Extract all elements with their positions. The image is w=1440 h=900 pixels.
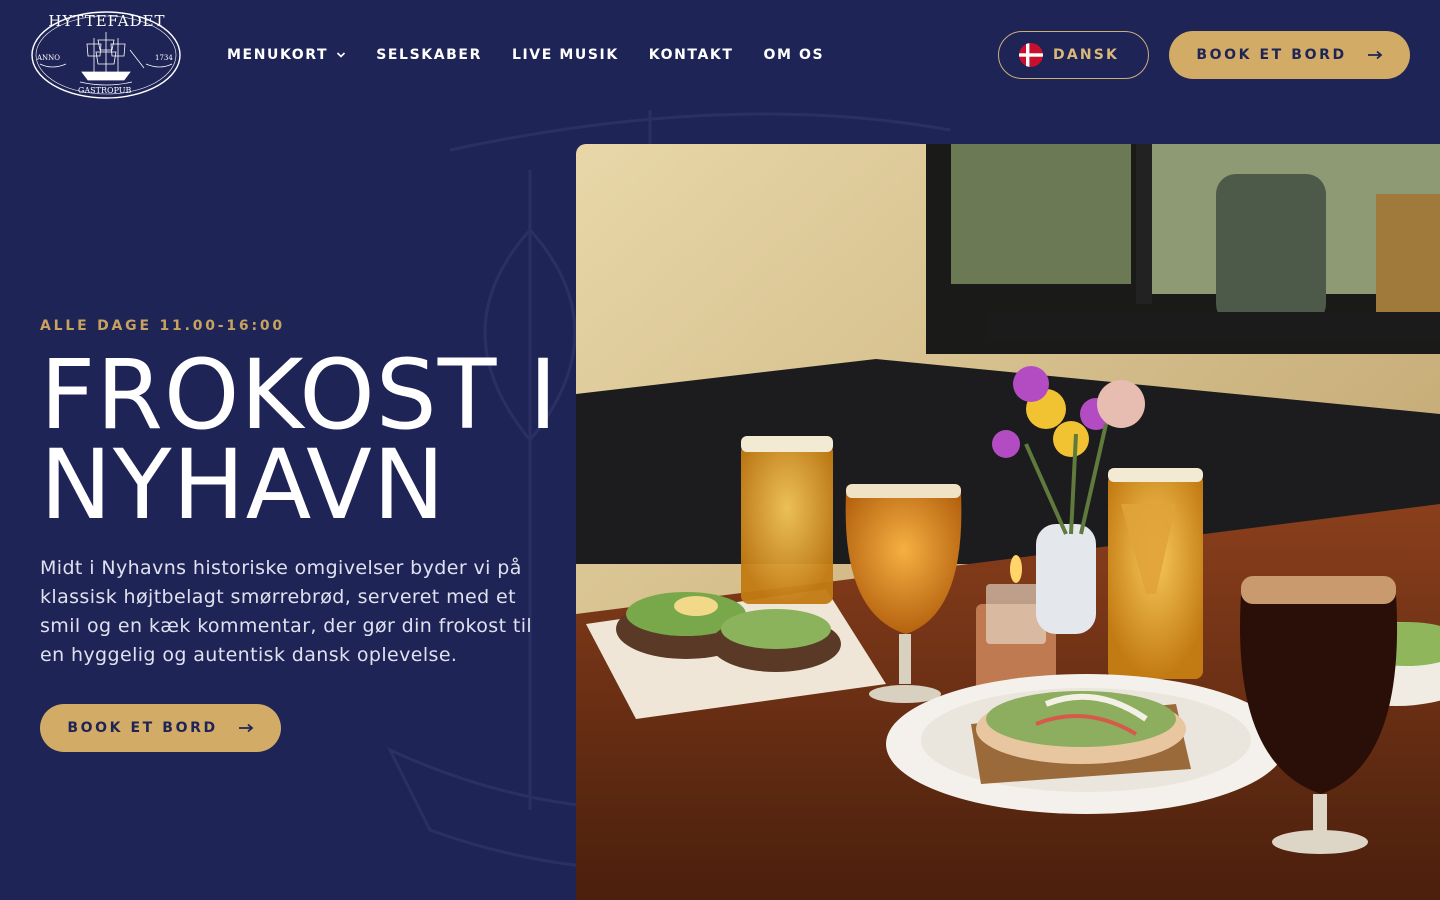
hero-text: ALLE DAGE 11.00-16:00 FROKOST I NYHAVN M… (40, 318, 560, 670)
arrow-right-icon (1367, 50, 1383, 60)
nav-item-live-musik[interactable]: LIVE MUSIK (512, 44, 619, 66)
logo-text-bottom: GASTROPUB (78, 86, 132, 95)
hero-intro: Midt i Nyhavns historiske omgivelser byd… (40, 557, 533, 666)
book-table-button-header[interactable]: BOOK ET BORD (1169, 31, 1410, 79)
arrow-right-icon (238, 723, 254, 733)
nav-item-om-os[interactable]: OM OS (764, 44, 825, 66)
language-selector-button[interactable]: DANSK (998, 31, 1149, 79)
book-table-label: BOOK ET BORD (67, 720, 218, 736)
book-table-label: BOOK ET BORD (1196, 47, 1347, 63)
lunch-table-photo (576, 144, 1440, 900)
nav-item-label: MENUKORT (227, 47, 329, 63)
nav-item-kontakt[interactable]: KONTAKT (649, 44, 734, 66)
nav-item-menukort[interactable]: MENUKORT (227, 44, 346, 66)
language-label: DANSK (1053, 47, 1120, 63)
main-nav: MENUKORT SELSKABER LIVE MUSIK KONTAKT OM… (227, 44, 824, 66)
book-table-button-hero[interactable]: BOOK ET BORD (40, 704, 281, 752)
site-header: HYTTEFADET ANNO 1734 GASTROPUB MENUKORT … (0, 0, 1440, 110)
nav-item-selskaber[interactable]: SELSKABER (376, 44, 482, 66)
logo-text-top: HYTTEFADET (48, 12, 166, 30)
photo-illustration (576, 144, 1440, 900)
chevron-down-icon (337, 52, 346, 58)
logo-text-left: ANNO (37, 54, 61, 62)
hero-title: FROKOST I NYHAVN (40, 347, 560, 533)
logo-text-right: 1734 (155, 54, 173, 62)
nav-item-label: OM OS (763, 47, 825, 63)
denmark-flag-icon (1019, 43, 1043, 67)
nav-item-label: SELSKABER (376, 47, 482, 63)
opening-hours: ALLE DAGE 11.00-16:00 (40, 318, 285, 334)
nav-item-label: LIVE MUSIK (511, 47, 619, 63)
hero-title-line2: NYHAVN (40, 429, 446, 541)
nav-item-label: KONTAKT (648, 47, 734, 63)
